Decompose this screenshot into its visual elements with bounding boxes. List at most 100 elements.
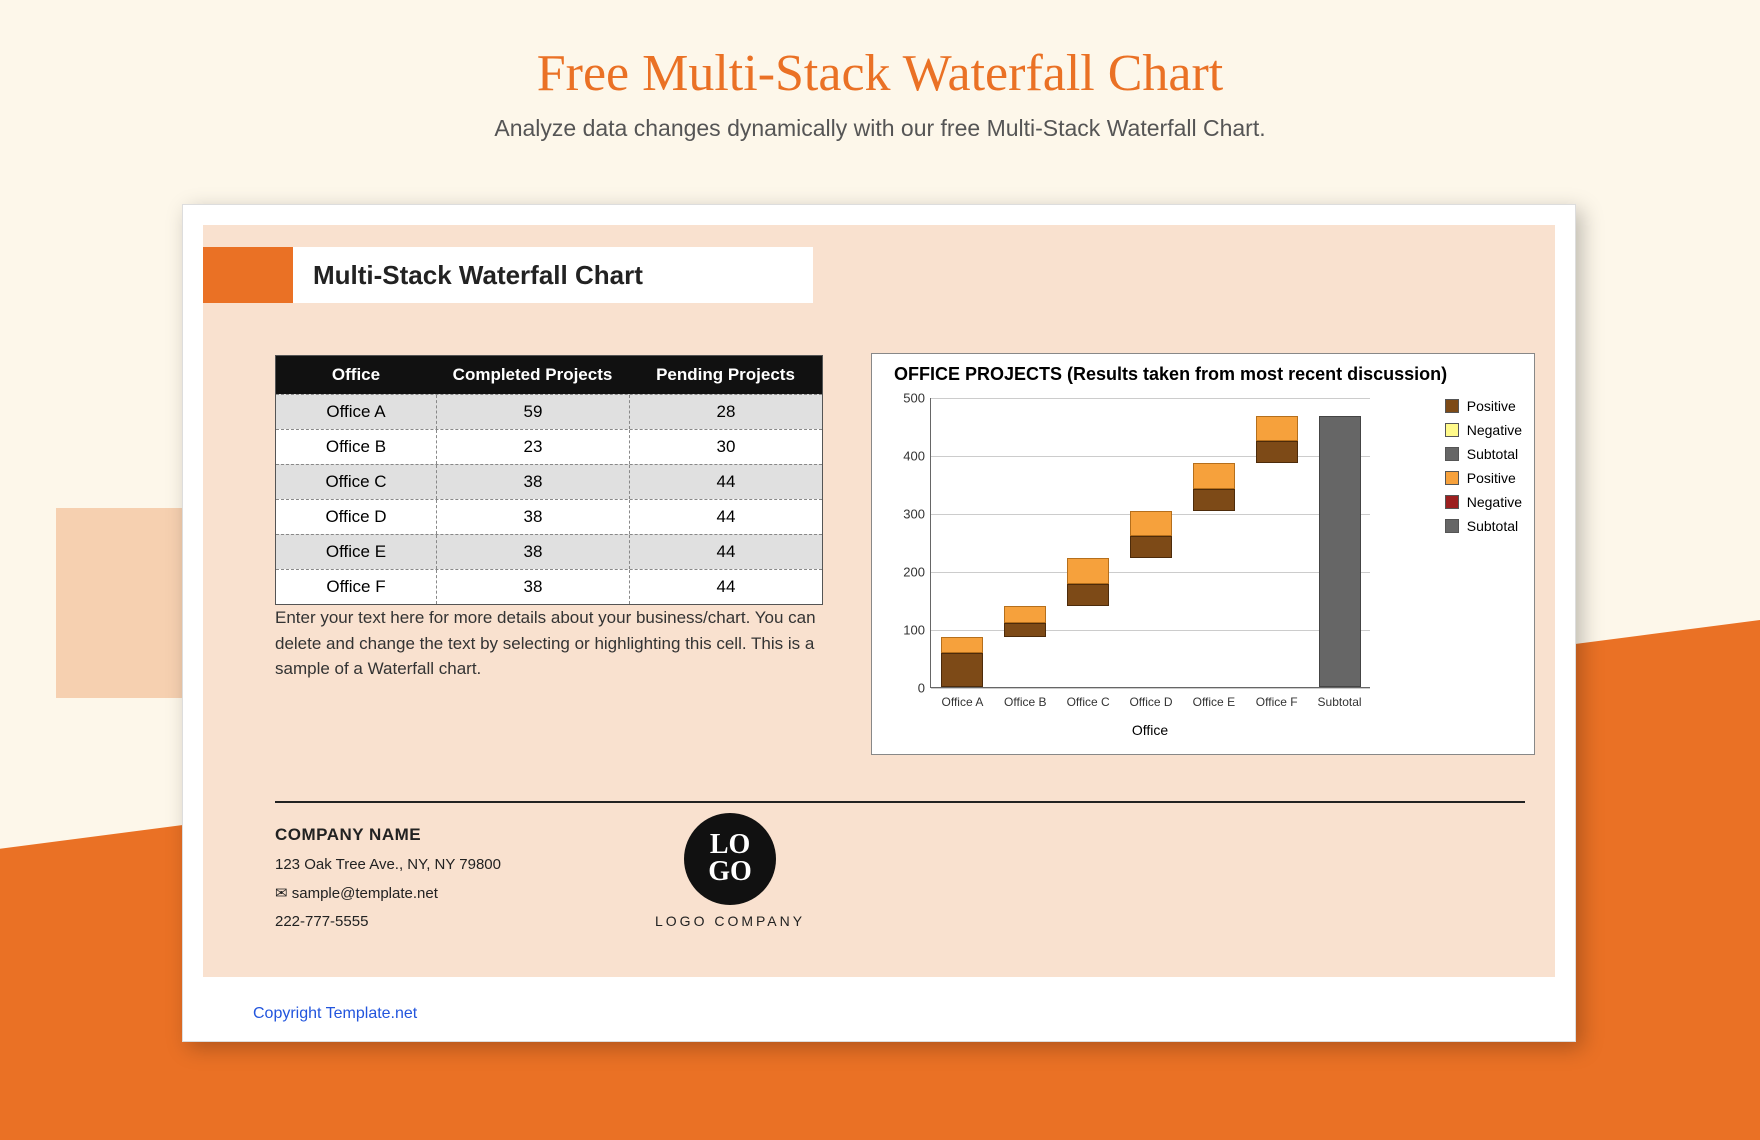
bar-stack (1004, 606, 1046, 637)
y-tick-label: 500 (895, 391, 925, 406)
y-tick-label: 400 (895, 449, 925, 464)
gridline (931, 572, 1370, 573)
gridline (931, 630, 1370, 631)
chart-xaxis-title: Office (930, 722, 1370, 738)
table-row: Office E 38 44 (276, 534, 822, 569)
logo-caption: LOGO COMPANY (655, 913, 805, 929)
logo-icon: LO GO (684, 813, 776, 905)
divider (275, 801, 1525, 803)
data-table: Office Completed Projects Pending Projec… (275, 355, 823, 605)
cell-office: Office F (276, 570, 436, 604)
logo-line1: LO (710, 832, 750, 859)
legend-label: Subtotal (1467, 446, 1518, 462)
legend-item: Subtotal (1445, 446, 1522, 462)
cell-pending: 30 (629, 430, 822, 464)
y-tick-label: 100 (895, 623, 925, 638)
legend-item: Negative (1445, 422, 1522, 438)
footer-info: COMPANY NAME 123 Oak Tree Ave., NY, NY 7… (275, 819, 501, 937)
cell-office: Office D (276, 500, 436, 534)
bar-stack (1193, 463, 1235, 511)
company-email: sample@template.net (275, 880, 501, 909)
chart-title: OFFICE PROJECTS (Results taken from most… (872, 354, 1534, 385)
logo-block: LO GO LOGO COMPANY (655, 813, 805, 929)
legend-label: Subtotal (1467, 518, 1518, 534)
x-tick-label: Office E (1193, 695, 1235, 709)
y-tick-label: 0 (895, 681, 925, 696)
x-tick-label: Office F (1256, 695, 1298, 709)
company-address: 123 Oak Tree Ave., NY, NY 79800 (275, 851, 501, 880)
table-row: Office C 38 44 (276, 464, 822, 499)
bar-segment-completed (1067, 584, 1109, 606)
table-row: Office B 23 30 (276, 429, 822, 464)
bar-segment-completed (1004, 623, 1046, 636)
legend-label: Negative (1467, 494, 1522, 510)
title-banner: Multi-Stack Waterfall Chart (203, 247, 813, 303)
cell-office: Office E (276, 535, 436, 569)
gridline (931, 688, 1370, 689)
legend-item: Positive (1445, 470, 1522, 486)
bar-stack (1067, 558, 1109, 606)
cell-completed: 38 (436, 570, 629, 604)
legend-label: Negative (1467, 422, 1522, 438)
bar-stack (1256, 416, 1298, 464)
table-row: Office F 38 44 (276, 569, 822, 604)
y-tick-label: 200 (895, 565, 925, 580)
table-header: Office Completed Projects Pending Projec… (276, 356, 822, 394)
cell-completed: 23 (436, 430, 629, 464)
bar-stack (1130, 511, 1172, 559)
x-tick-label: Office C (1067, 695, 1110, 709)
page-subtitle: Analyze data changes dynamically with ou… (0, 115, 1760, 142)
y-tick-label: 300 (895, 507, 925, 522)
table-row: Office D 38 44 (276, 499, 822, 534)
slide-preview: Multi-Stack Waterfall Chart Office Compl… (182, 204, 1576, 1042)
cell-pending: 44 (629, 570, 822, 604)
chart-legend: Positive Negative Subtotal Positive Nega… (1445, 398, 1522, 542)
cell-pending: 28 (629, 395, 822, 429)
logo-line2: GO (708, 859, 752, 886)
gridline (931, 398, 1370, 399)
cell-office: Office B (276, 430, 436, 464)
legend-swatch (1445, 519, 1459, 533)
legend-item: Positive (1445, 398, 1522, 414)
table-row: Office A 59 28 (276, 394, 822, 429)
legend-item: Subtotal (1445, 518, 1522, 534)
legend-swatch (1445, 423, 1459, 437)
col-office: Office (276, 356, 436, 394)
bar-segment-pending (1256, 416, 1298, 442)
col-pending: Pending Projects (629, 356, 822, 394)
gridline (931, 456, 1370, 457)
legend-label: Positive (1467, 398, 1516, 414)
bar-segment-subtotal (1319, 416, 1361, 687)
bar-segment-completed (941, 653, 983, 687)
legend-swatch (1445, 471, 1459, 485)
x-tick-label: Office B (1004, 695, 1046, 709)
cell-completed: 38 (436, 500, 629, 534)
slide-canvas: Multi-Stack Waterfall Chart Office Compl… (203, 225, 1555, 977)
company-name: COMPANY NAME (275, 819, 501, 851)
chart-plot-area: 0100200300400500Office AOffice BOffice C… (930, 398, 1370, 688)
cell-completed: 38 (436, 535, 629, 569)
x-tick-label: Subtotal (1318, 695, 1362, 709)
helper-note: Enter your text here for more details ab… (275, 605, 823, 682)
company-phone: 222-777-5555 (275, 908, 501, 937)
x-tick-label: Office A (942, 695, 984, 709)
bar-segment-completed (1193, 489, 1235, 511)
x-tick-label: Office D (1129, 695, 1172, 709)
cell-completed: 38 (436, 465, 629, 499)
legend-item: Negative (1445, 494, 1522, 510)
cell-completed: 59 (436, 395, 629, 429)
cell-office: Office A (276, 395, 436, 429)
legend-label: Positive (1467, 470, 1516, 486)
page-title: Free Multi-Stack Waterfall Chart (0, 0, 1760, 103)
bar-stack (941, 637, 983, 687)
bar-segment-pending (941, 637, 983, 653)
bar-segment-pending (1004, 606, 1046, 623)
copyright-link[interactable]: Copyright Template.net (253, 1005, 417, 1023)
bar-stack (1319, 416, 1361, 687)
banner-label: Multi-Stack Waterfall Chart (293, 247, 813, 303)
cell-office: Office C (276, 465, 436, 499)
legend-swatch (1445, 495, 1459, 509)
bar-segment-completed (1256, 441, 1298, 463)
cell-pending: 44 (629, 535, 822, 569)
legend-swatch (1445, 447, 1459, 461)
